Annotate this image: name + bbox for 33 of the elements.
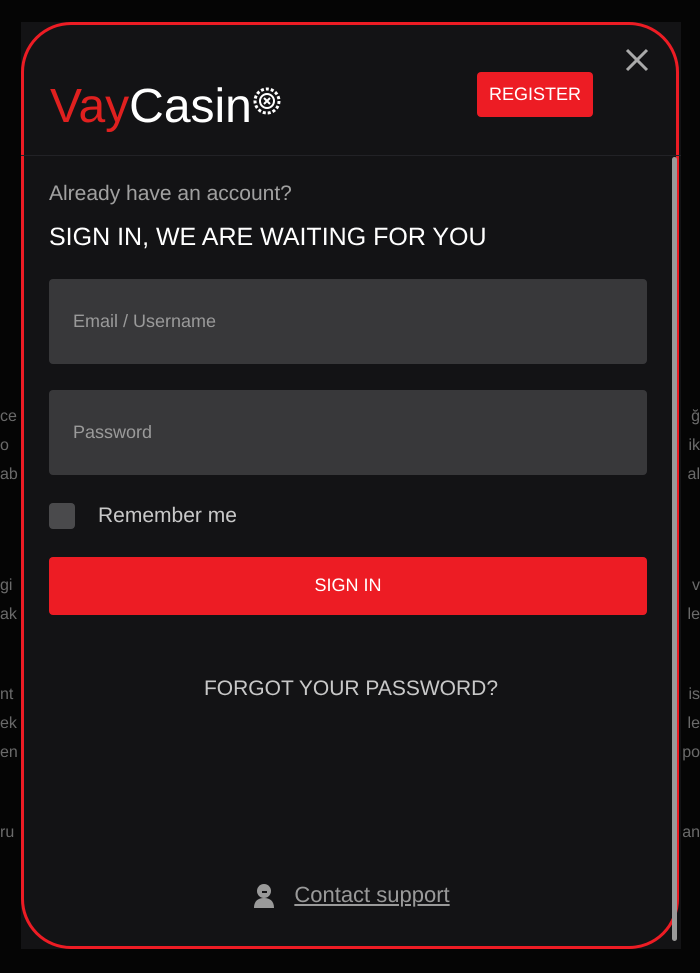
background-text: ce xyxy=(0,407,17,426)
background-text: ik xyxy=(688,436,700,455)
forgot-password-link[interactable]: FORGOT YOUR PASSWORD? xyxy=(204,672,498,704)
background-text: ğ xyxy=(691,407,700,426)
remember-label: Remember me xyxy=(98,503,237,529)
register-button[interactable]: REGISTER xyxy=(477,72,593,117)
background-text: po xyxy=(682,743,700,762)
heading: SIGN IN, WE ARE WAITING FOR YOU xyxy=(49,222,488,252)
background-text: al xyxy=(688,465,700,484)
input-field[interactable]: Email / Username xyxy=(49,279,647,364)
scrollbar[interactable] xyxy=(672,157,677,941)
close-button[interactable] xyxy=(625,48,649,72)
background-text: v xyxy=(692,576,700,595)
background-text: ak xyxy=(0,605,17,624)
background-text: le xyxy=(688,714,700,733)
background-text: en xyxy=(0,743,18,762)
logo: VayCasin xyxy=(50,76,281,136)
support-agent-icon xyxy=(252,882,276,908)
background-text: ek xyxy=(0,714,17,733)
roulette-icon xyxy=(252,86,281,114)
sign-in-button[interactable]: SIGN IN xyxy=(49,556,647,614)
remember-checkbox[interactable] xyxy=(49,502,75,529)
background-text: gi xyxy=(0,576,12,595)
background-text: an xyxy=(682,823,700,842)
background-text: ru xyxy=(0,823,14,842)
background-text: o xyxy=(0,436,9,455)
input-field[interactable]: Password xyxy=(49,390,647,475)
subtitle: Already have an account? xyxy=(49,181,293,207)
background-text: ab xyxy=(0,465,18,484)
background-text: is xyxy=(688,685,700,704)
background-text: nt xyxy=(0,685,14,704)
background-text: le xyxy=(688,605,700,624)
contact-support-link[interactable]: Contact support xyxy=(294,878,450,911)
